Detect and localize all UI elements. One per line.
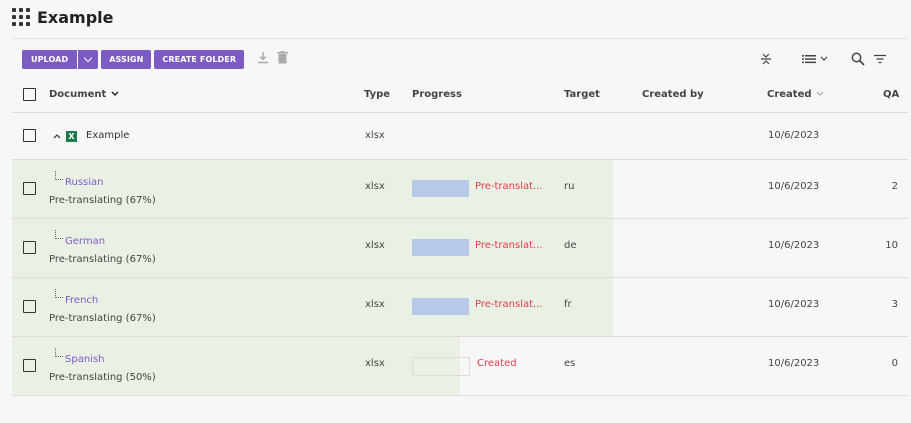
progress-bar xyxy=(412,239,469,256)
tree-connector xyxy=(55,230,63,239)
row-checkbox[interactable] xyxy=(23,182,36,195)
download-icon[interactable] xyxy=(257,51,269,67)
header-divider xyxy=(12,38,908,39)
progress-bar xyxy=(412,298,469,315)
progress-bar xyxy=(412,180,469,197)
row-checkbox[interactable] xyxy=(23,359,36,372)
sort-arrow-icon xyxy=(111,91,119,97)
created-date: 10/6/2023 xyxy=(768,358,820,369)
table-row[interactable]: French Pre-translating (67%) xlsx Pre-tr… xyxy=(12,278,908,337)
column-header-qa[interactable]: QA xyxy=(883,89,899,100)
select-all-checkbox[interactable] xyxy=(23,88,36,101)
trash-icon[interactable] xyxy=(277,51,289,67)
document-name[interactable]: Example xyxy=(86,130,129,141)
document-type: xlsx xyxy=(365,240,385,251)
list-view-icon[interactable] xyxy=(802,49,830,69)
table-row[interactable]: German Pre-translating (67%) xlsx Pre-tr… xyxy=(12,219,908,278)
document-status: Pre-translating (67%) xyxy=(49,195,156,206)
table-header: Document Type Progress Target Created by… xyxy=(12,80,908,113)
column-header-created-by[interactable]: Created by xyxy=(642,89,704,100)
search-icon[interactable] xyxy=(851,49,865,69)
column-header-target[interactable]: Target xyxy=(564,89,600,100)
column-header-type[interactable]: Type xyxy=(364,89,390,100)
filter-icon[interactable] xyxy=(873,49,887,69)
document-status: Pre-translating (67%) xyxy=(49,313,156,324)
table-row[interactable]: Russian Pre-translating (67%) xlsx Pre-t… xyxy=(12,160,908,219)
table-row[interactable]: Spanish Pre-translating (50%) xlsx Creat… xyxy=(12,337,908,396)
chevron-up-icon[interactable] xyxy=(53,133,61,139)
document-type: xlsx xyxy=(365,181,385,192)
created-date: 10/6/2023 xyxy=(768,130,820,141)
progress-status: Pre-translat... xyxy=(475,240,543,251)
column-header-progress[interactable]: Progress xyxy=(412,89,462,100)
created-date: 10/6/2023 xyxy=(768,240,820,251)
target-language: ru xyxy=(564,181,575,192)
tree-connector xyxy=(55,171,63,180)
app-header: Example xyxy=(12,5,114,29)
created-date: 10/6/2023 xyxy=(768,299,820,310)
collapse-icon[interactable] xyxy=(759,49,773,69)
document-status: Pre-translating (50%) xyxy=(49,372,156,383)
target-language: fr xyxy=(564,299,572,310)
document-type: xlsx xyxy=(365,358,385,369)
document-type: xlsx xyxy=(365,130,385,141)
row-checkbox[interactable] xyxy=(23,241,36,254)
progress-status: Pre-translat... xyxy=(475,299,543,310)
progress-bar xyxy=(412,357,470,376)
table-row[interactable]: X Example xlsx 10/6/2023 xyxy=(12,113,908,160)
document-name[interactable]: Russian xyxy=(65,177,104,188)
row-progress-highlight xyxy=(12,337,460,395)
qa-count: 3 xyxy=(891,299,898,310)
document-name[interactable]: Spanish xyxy=(65,354,105,365)
created-date: 10/6/2023 xyxy=(768,181,820,192)
column-header-document[interactable]: Document xyxy=(49,89,119,100)
qa-count: 10 xyxy=(885,240,898,251)
document-name[interactable]: French xyxy=(65,295,98,306)
document-type: xlsx xyxy=(365,299,385,310)
upload-dropdown-button[interactable] xyxy=(78,49,99,69)
qa-count: 2 xyxy=(891,181,898,192)
excel-file-icon: X xyxy=(66,131,77,142)
progress-status: Created xyxy=(477,358,517,369)
qa-count: 0 xyxy=(891,358,898,369)
apps-grid-icon[interactable] xyxy=(12,8,30,26)
create-folder-button[interactable]: CREATE FOLDER xyxy=(154,49,245,69)
row-checkbox[interactable] xyxy=(23,300,36,313)
target-language: es xyxy=(564,358,576,369)
document-name[interactable]: German xyxy=(65,236,105,247)
toolbar: UPLOAD ASSIGN CREATE FOLDER xyxy=(22,49,289,69)
tree-connector xyxy=(55,348,63,357)
column-header-created[interactable]: Created xyxy=(767,89,824,100)
chevron-down-icon xyxy=(83,53,93,62)
tree-connector xyxy=(55,289,63,298)
document-status: Pre-translating (67%) xyxy=(49,254,156,265)
page-title: Example xyxy=(37,7,114,27)
progress-status: Pre-translat... xyxy=(475,181,543,192)
target-language: de xyxy=(564,240,577,251)
row-checkbox[interactable] xyxy=(23,129,36,142)
upload-button[interactable]: UPLOAD xyxy=(22,49,78,69)
assign-button[interactable]: ASSIGN xyxy=(101,49,152,69)
sort-arrow-icon xyxy=(816,91,824,96)
